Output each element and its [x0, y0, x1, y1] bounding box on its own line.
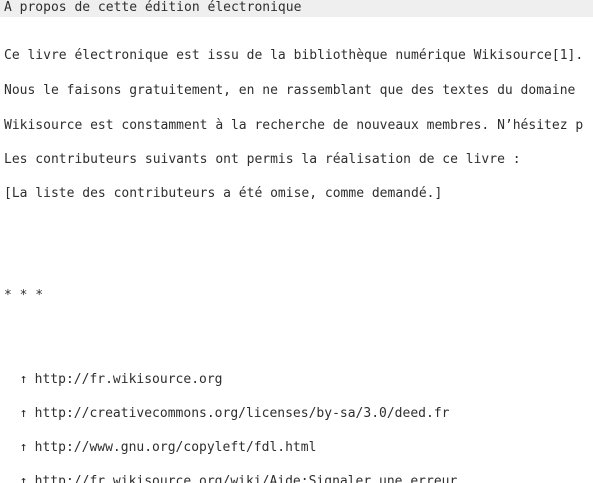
- paragraph-contributors: Les contributeurs suivants ont permis la…: [4, 152, 521, 167]
- paragraph-free: Nous le faisons gratuitement, en ne rass…: [4, 83, 576, 98]
- section-title: A propos de cette édition électronique: [4, 0, 302, 15]
- paragraph-omitted-list: [La liste des contributeurs a été omise,…: [4, 186, 443, 201]
- back-arrow-icon[interactable]: ↑: [20, 372, 35, 388]
- footnote-url[interactable]: http://fr.wikisource.org/wiki/Aide:Signa…: [35, 474, 458, 483]
- paragraph-source: Ce livre électronique est issu de la bib…: [4, 48, 584, 63]
- footnote-link[interactable]: ↑ http://creativecommons.org/licenses/by-…: [4, 390, 450, 421]
- back-arrow-icon[interactable]: ↑: [20, 406, 35, 422]
- paragraph-members: Wikisource est constamment à la recherch…: [4, 118, 584, 133]
- footnote-url[interactable]: http://fr.wikisource.org: [35, 372, 223, 387]
- section-separator: * * *: [4, 288, 44, 303]
- footnote-url[interactable]: http://www.gnu.org/copyleft/fdl.html: [35, 440, 317, 455]
- back-arrow-icon[interactable]: ↑: [20, 474, 35, 483]
- footnote-link[interactable]: ↑ http://fr.wikisource.org: [4, 356, 223, 387]
- footnote-link[interactable]: ↑ http://www.gnu.org/copyleft/fdl.html: [4, 424, 317, 455]
- back-arrow-icon[interactable]: ↑: [20, 440, 35, 456]
- footnote-link[interactable]: ↑ http://fr.wikisource.org/wiki/Aide:Sign…: [4, 458, 458, 483]
- footnote-url[interactable]: http://creativecommons.org/licenses/by-s…: [35, 406, 450, 421]
